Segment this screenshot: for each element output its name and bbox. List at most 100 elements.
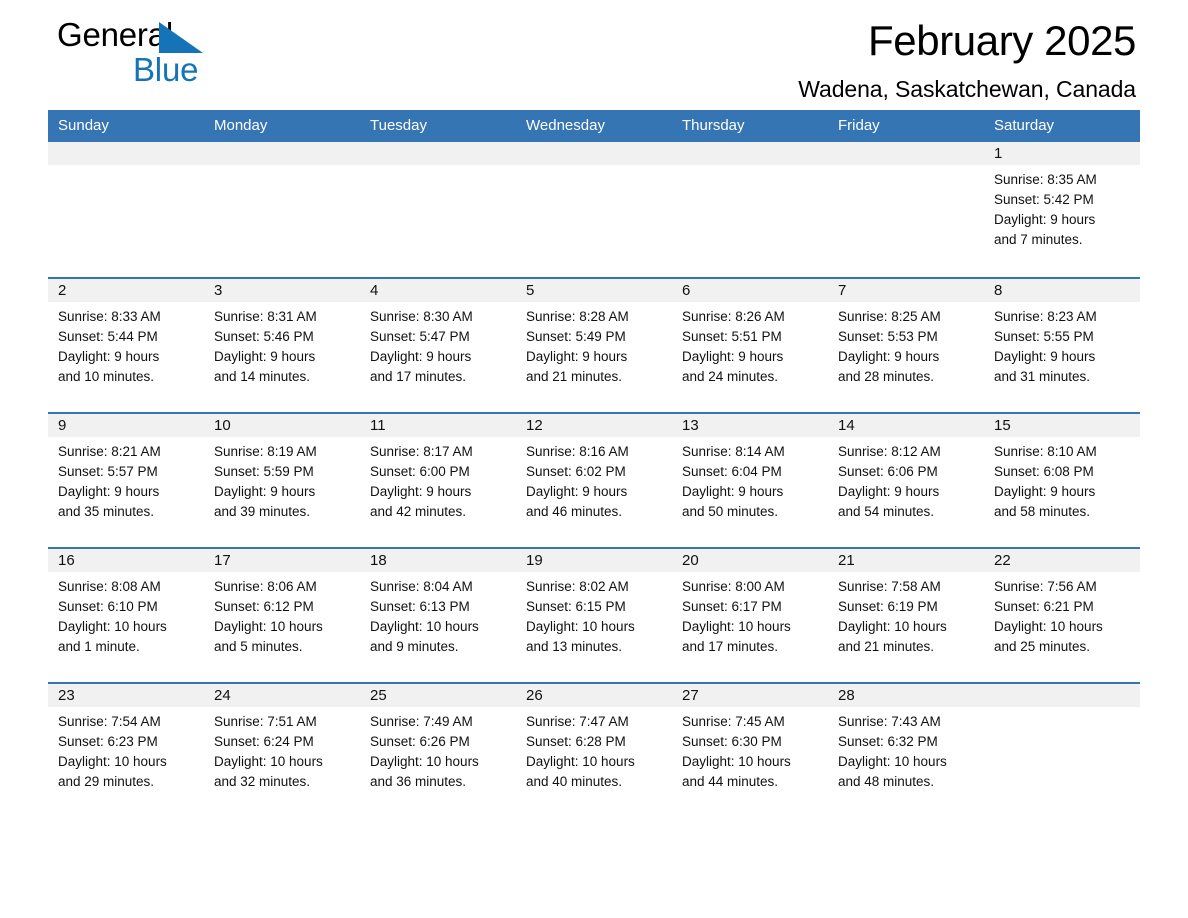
day-cell-inner: 25 Sunrise: 7:49 AM Sunset: 6:26 PM Dayligh… [360, 682, 516, 817]
sunrise-time: Sunrise: 8:28 AM [526, 309, 629, 324]
calendar-cell-empty [672, 142, 828, 277]
calendar-day-cell[interactable]: 14 Sunrise: 8:12 AM Sunset: 6:06 PM Dayligh… [828, 412, 984, 547]
daylight-duration-line1: Daylight: 10 hours [370, 754, 479, 769]
sunrise-time: Sunrise: 7:54 AM [58, 714, 161, 729]
calendar-day-cell[interactable]: 28 Sunrise: 7:43 AM Sunset: 6:32 PM Dayligh… [828, 682, 984, 817]
day-number: 20 [672, 549, 828, 572]
sunset-time: Sunset: 6:12 PM [214, 599, 314, 614]
day-cell-inner [828, 142, 984, 277]
day-cell-inner: 28 Sunrise: 7:43 AM Sunset: 6:32 PM Dayligh… [828, 682, 984, 817]
sunset-time: Sunset: 6:02 PM [526, 464, 626, 479]
day-details: Sunrise: 7:51 AM Sunset: 6:24 PM Daylight:… [204, 707, 360, 792]
calendar-day-cell[interactable]: 15 Sunrise: 8:10 AM Sunset: 6:08 PM Dayligh… [984, 412, 1140, 547]
calendar-day-cell[interactable]: 25 Sunrise: 7:49 AM Sunset: 6:26 PM Dayligh… [360, 682, 516, 817]
logo-text-blue: Blue [133, 51, 199, 88]
day-cell-inner: 17 Sunrise: 8:06 AM Sunset: 6:12 PM Dayligh… [204, 547, 360, 682]
day-number [516, 142, 672, 165]
day-number: 25 [360, 684, 516, 707]
sunset-time: Sunset: 6:26 PM [370, 734, 470, 749]
daylight-duration-line1: Daylight: 9 hours [58, 484, 160, 499]
masthead: General Blue February 2025 Wadena, Saska… [48, 0, 1140, 110]
calendar-day-cell[interactable]: 2 Sunrise: 8:33 AM Sunset: 5:44 PM Daylight… [48, 277, 204, 412]
calendar-day-cell[interactable]: 3 Sunrise: 8:31 AM Sunset: 5:46 PM Daylight… [204, 277, 360, 412]
calendar-day-cell[interactable]: 4 Sunrise: 8:30 AM Sunset: 5:47 PM Daylight… [360, 277, 516, 412]
calendar-day-cell[interactable]: 11 Sunrise: 8:17 AM Sunset: 6:00 PM Dayligh… [360, 412, 516, 547]
daylight-duration-line2: and 21 minutes. [526, 369, 623, 384]
day-number [204, 142, 360, 165]
calendar-cell-empty [984, 682, 1140, 817]
day-cell-inner [516, 142, 672, 277]
day-number: 27 [672, 684, 828, 707]
day-number: 23 [48, 684, 204, 707]
day-details: Sunrise: 8:26 AM Sunset: 5:51 PM Daylight:… [672, 302, 828, 387]
calendar-day-cell[interactable]: 12 Sunrise: 8:16 AM Sunset: 6:02 PM Dayligh… [516, 412, 672, 547]
daylight-duration-line2: and 50 minutes. [682, 504, 779, 519]
calendar-day-cell[interactable]: 10 Sunrise: 8:19 AM Sunset: 5:59 PM Dayligh… [204, 412, 360, 547]
sunset-time: Sunset: 5:42 PM [994, 192, 1094, 207]
day-cell-inner: 27 Sunrise: 7:45 AM Sunset: 6:30 PM Dayligh… [672, 682, 828, 817]
day-cell-inner: 15 Sunrise: 8:10 AM Sunset: 6:08 PM Dayligh… [984, 412, 1140, 547]
day-details: Sunrise: 7:45 AM Sunset: 6:30 PM Daylight:… [672, 707, 828, 792]
daylight-duration-line1: Daylight: 10 hours [526, 754, 635, 769]
day-cell-inner: 3 Sunrise: 8:31 AM Sunset: 5:46 PM Daylight… [204, 277, 360, 412]
day-number: 17 [204, 549, 360, 572]
day-cell-inner: 4 Sunrise: 8:30 AM Sunset: 5:47 PM Daylight… [360, 277, 516, 412]
calendar-day-cell[interactable]: 6 Sunrise: 8:26 AM Sunset: 5:51 PM Daylight… [672, 277, 828, 412]
calendar-day-cell[interactable]: 18 Sunrise: 8:04 AM Sunset: 6:13 PM Dayligh… [360, 547, 516, 682]
calendar-day-cell[interactable]: 5 Sunrise: 8:28 AM Sunset: 5:49 PM Daylight… [516, 277, 672, 412]
daylight-duration-line2: and 25 minutes. [994, 639, 1091, 654]
day-cell-inner: 6 Sunrise: 8:26 AM Sunset: 5:51 PM Daylight… [672, 277, 828, 412]
calendar-cell-empty [828, 142, 984, 277]
day-cell-inner: 10 Sunrise: 8:19 AM Sunset: 5:59 PM Dayligh… [204, 412, 360, 547]
sunset-time: Sunset: 6:06 PM [838, 464, 938, 479]
day-cell-inner: 14 Sunrise: 8:12 AM Sunset: 6:06 PM Dayligh… [828, 412, 984, 547]
sunrise-time: Sunrise: 7:51 AM [214, 714, 317, 729]
day-cell-inner: 26 Sunrise: 7:47 AM Sunset: 6:28 PM Dayligh… [516, 682, 672, 817]
daylight-duration-line2: and 58 minutes. [994, 504, 1091, 519]
calendar-day-cell[interactable]: 21 Sunrise: 7:58 AM Sunset: 6:19 PM Dayligh… [828, 547, 984, 682]
daylight-duration-line1: Daylight: 10 hours [682, 619, 791, 634]
calendar-day-cell[interactable]: 13 Sunrise: 8:14 AM Sunset: 6:04 PM Dayligh… [672, 412, 828, 547]
sunrise-time: Sunrise: 7:47 AM [526, 714, 629, 729]
calendar-day-cell[interactable]: 7 Sunrise: 8:25 AM Sunset: 5:53 PM Daylight… [828, 277, 984, 412]
day-number: 4 [360, 279, 516, 302]
calendar-day-cell[interactable]: 26 Sunrise: 7:47 AM Sunset: 6:28 PM Dayligh… [516, 682, 672, 817]
sunset-time: Sunset: 5:49 PM [526, 329, 626, 344]
calendar-day-cell[interactable]: 17 Sunrise: 8:06 AM Sunset: 6:12 PM Dayligh… [204, 547, 360, 682]
day-cell-inner: 7 Sunrise: 8:25 AM Sunset: 5:53 PM Daylight… [828, 277, 984, 412]
weekday-header-thursday: Thursday [672, 110, 828, 142]
calendar-day-cell[interactable]: 1 Sunrise: 8:35 AM Sunset: 5:42 PM Daylight… [984, 142, 1140, 277]
day-number: 1 [984, 142, 1140, 165]
logo-line-general: General [57, 16, 257, 54]
calendar-day-cell[interactable]: 19 Sunrise: 8:02 AM Sunset: 6:15 PM Dayligh… [516, 547, 672, 682]
day-cell-inner: 8 Sunrise: 8:23 AM Sunset: 5:55 PM Daylight… [984, 277, 1140, 412]
calendar-day-cell[interactable]: 16 Sunrise: 8:08 AM Sunset: 6:10 PM Dayligh… [48, 547, 204, 682]
calendar-day-cell[interactable]: 20 Sunrise: 8:00 AM Sunset: 6:17 PM Dayligh… [672, 547, 828, 682]
calendar-day-cell[interactable]: 23 Sunrise: 7:54 AM Sunset: 6:23 PM Dayligh… [48, 682, 204, 817]
day-cell-inner: 22 Sunrise: 7:56 AM Sunset: 6:21 PM Dayligh… [984, 547, 1140, 682]
calendar-page: General Blue February 2025 Wadena, Saska… [0, 0, 1188, 918]
calendar-day-cell[interactable]: 22 Sunrise: 7:56 AM Sunset: 6:21 PM Dayligh… [984, 547, 1140, 682]
sunrise-time: Sunrise: 8:04 AM [370, 579, 473, 594]
daylight-duration-line2: and 46 minutes. [526, 504, 623, 519]
calendar-day-cell[interactable]: 8 Sunrise: 8:23 AM Sunset: 5:55 PM Daylight… [984, 277, 1140, 412]
daylight-duration-line1: Daylight: 9 hours [994, 484, 1096, 499]
calendar-cell-empty [204, 142, 360, 277]
sunrise-time: Sunrise: 7:45 AM [682, 714, 785, 729]
calendar-day-cell[interactable]: 24 Sunrise: 7:51 AM Sunset: 6:24 PM Dayligh… [204, 682, 360, 817]
calendar-day-cell[interactable]: 9 Sunrise: 8:21 AM Sunset: 5:57 PM Daylight… [48, 412, 204, 547]
daylight-duration-line2: and 29 minutes. [58, 774, 155, 789]
sunrise-time: Sunrise: 8:12 AM [838, 444, 941, 459]
daylight-duration-line2: and 21 minutes. [838, 639, 935, 654]
sunrise-time: Sunrise: 8:10 AM [994, 444, 1097, 459]
calendar-day-cell[interactable]: 27 Sunrise: 7:45 AM Sunset: 6:30 PM Dayligh… [672, 682, 828, 817]
logo-line-blue: Blue [57, 51, 257, 89]
day-details: Sunrise: 8:19 AM Sunset: 5:59 PM Daylight:… [204, 437, 360, 522]
day-details: Sunrise: 7:56 AM Sunset: 6:21 PM Daylight:… [984, 572, 1140, 657]
sunrise-time: Sunrise: 7:49 AM [370, 714, 473, 729]
day-number: 13 [672, 414, 828, 437]
day-cell-inner: 5 Sunrise: 8:28 AM Sunset: 5:49 PM Daylight… [516, 277, 672, 412]
sunrise-time: Sunrise: 8:02 AM [526, 579, 629, 594]
day-cell-inner [48, 142, 204, 277]
weekday-header-saturday: Saturday [984, 110, 1140, 142]
